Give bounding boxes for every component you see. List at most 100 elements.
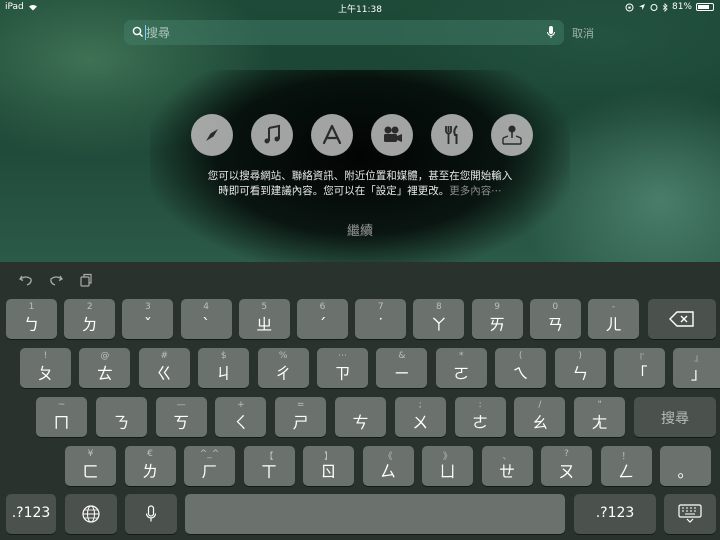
key-row1-8[interactable]: 9ㄞ (471, 299, 523, 339)
battery-icon (696, 3, 714, 11)
key-row2-0[interactable]: ! ㄆ (20, 348, 71, 388)
key-secondary-label: 8 (436, 302, 442, 312)
alarm-icon (650, 4, 658, 11)
key-primary-label: ㄥ (617, 462, 634, 481)
delete-key[interactable] (648, 299, 716, 339)
key-row3-8[interactable]: / ㄠ (514, 397, 566, 437)
bluetooth-icon (662, 2, 668, 12)
key-primary-label: ㄔ (275, 364, 292, 383)
numbers-key-right-label: .?123 (595, 505, 635, 521)
key-row1-4[interactable]: 5ㄓ (238, 299, 290, 339)
key-row4-8[interactable]: ? ㄡ (541, 446, 592, 486)
microphone-icon (145, 505, 157, 522)
key-row2-9[interactable]: ) ㄣ (554, 348, 606, 388)
key-secondary-label: ⋯ (338, 351, 347, 361)
key-row3-5[interactable]: ㄘ (335, 397, 386, 437)
numbers-key-right[interactable]: .?123 (574, 494, 656, 534)
key-row3-3[interactable]: + ㄑ (215, 397, 267, 437)
key-row1-10[interactable]: -ㄦ (588, 299, 639, 339)
key-row2-10[interactable]: 『「 (614, 348, 665, 388)
key-primary-label: ㄣ (572, 364, 589, 383)
key-secondary-label: % (278, 351, 288, 361)
space-bar[interactable] (185, 494, 565, 534)
search-key[interactable]: 搜尋 (634, 397, 716, 437)
key-row1-6[interactable]: 7 ˙ (355, 299, 407, 339)
hide-keyboard-key[interactable] (664, 494, 716, 534)
key-row3-4[interactable]: = ㄕ (275, 397, 327, 437)
key-secondary-label: " (597, 400, 602, 410)
key-row4-5[interactable]: 《ㄙ (362, 446, 414, 486)
key-primary-label: ㄜ (472, 413, 489, 432)
key-primary-label: ˙ (376, 315, 385, 334)
key-primary-label: ㄦ (605, 315, 622, 334)
key-row1-7[interactable]: 8ㄚ (413, 299, 465, 339)
numbers-key-left[interactable]: .?123 (6, 494, 56, 534)
key-row2-1[interactable]: @ ㄊ (79, 348, 131, 388)
key-row2-6[interactable]: & ㄧ (376, 348, 428, 388)
keyboard: 1 ㄅ 2 ㄉ 3 ˇ 4 ˋ 5 ㄓ 6 ˊ 7 ˙ 8 ㄚ 9 ㄞ 0 ㄢ - ㄦ! ㄆ @ ㄊ # ㄍ $ ㄐ% ㄔ ⋯ ㄗ & ㄧ * ㄛ(ㄟ… (0, 262, 720, 540)
key-row3-1[interactable]: ㄋ (95, 397, 147, 437)
status-time: 上午11:38 (338, 5, 382, 15)
app-store-icon (311, 114, 353, 156)
key-row2-2[interactable]: # ㄍ (138, 348, 190, 388)
key-primary-label: ˊ (318, 315, 327, 334)
key-row1-9[interactable]: 0ㄢ (529, 299, 581, 339)
key-row1-3[interactable]: 4ˋ (180, 299, 232, 339)
key-row1-5[interactable]: 6ˊ (297, 299, 348, 339)
key-row4-10[interactable]: 。 (660, 446, 711, 486)
battery-percent: 81% (671, 2, 692, 12)
key-row3-2[interactable]: — ㄎ (155, 397, 207, 437)
keyboard-dismiss-icon (678, 504, 702, 523)
key-row2-5[interactable]: ⋯ ㄗ (317, 348, 368, 388)
key-row4-9[interactable]: ！ㄥ (600, 446, 652, 486)
key-row4-7[interactable]: 、ㄝ (481, 446, 533, 486)
key-row1-1[interactable]: 2ㄉ (64, 299, 116, 339)
redo-icon[interactable] (48, 272, 64, 288)
globe-key[interactable] (65, 494, 117, 534)
key-row1-2[interactable]: 3ˇ (122, 299, 174, 339)
dictation-key[interactable] (125, 494, 177, 534)
key-row2-4[interactable]: % ㄔ (257, 348, 309, 388)
undo-icon[interactable] (18, 272, 34, 288)
key-row4-0[interactable]: ¥ ㄈ (65, 446, 116, 486)
key-row4-2[interactable]: ^_^ ㄏ (184, 446, 235, 486)
music-note-icon (251, 114, 293, 156)
microphone-icon[interactable] (546, 25, 556, 40)
key-secondary-label: ^_^ (199, 449, 220, 459)
key-row4-3[interactable]: 【ㄒ (243, 446, 295, 486)
key-secondary-label: ~ (57, 400, 66, 410)
key-secondary-label: ( (518, 351, 523, 361)
key-primary-label: ㄆ (37, 364, 54, 383)
key-row2-3[interactable]: $ ㄐ (198, 348, 250, 388)
key-secondary-label: - (611, 302, 616, 312)
key-primary-label: ˇ (143, 315, 152, 334)
cancel-button[interactable]: 取消 (572, 25, 594, 41)
paste-icon[interactable] (78, 272, 94, 288)
key-row2-7[interactable]: * ㄛ (435, 348, 487, 388)
search-input[interactable] (146, 23, 536, 42)
status-bar: iPad 上午11:38 81% (0, 0, 720, 15)
key-row2-8[interactable]: (ㄟ (495, 348, 547, 388)
key-primary-label: ㄋ (113, 413, 130, 432)
more-link[interactable]: 更多內容⋯ (449, 185, 502, 197)
key-secondary-label: 9 (494, 302, 500, 312)
key-primary-label: ㄨ (412, 413, 429, 432)
key-row3-7[interactable]: :ㄜ (454, 397, 506, 437)
key-row1-0[interactable]: 1ㄅ (6, 299, 57, 339)
continue-button[interactable]: 繼續 (310, 220, 410, 239)
orientation-lock-icon (625, 3, 634, 11)
key-primary-label: ㄠ (531, 413, 548, 432)
key-row4-4[interactable]: 】ㄖ (303, 446, 354, 486)
key-primary-label: ㄙ (379, 462, 396, 481)
key-secondary-label: : (478, 400, 482, 410)
key-row3-6[interactable]: ; ㄨ (394, 397, 446, 437)
key-row2-11[interactable]: 』」 (673, 348, 720, 388)
key-row3-9[interactable]: " ㄤ (574, 397, 626, 437)
key-primary-label: ㄗ (334, 364, 351, 383)
key-primary-label: 」 (690, 364, 707, 383)
key-row3-0[interactable]: ~ ㄇ (36, 397, 87, 437)
key-row4-1[interactable]: € ㄌ (124, 446, 176, 486)
key-primary-label: ㄊ (96, 364, 113, 383)
key-row4-6[interactable]: 》ㄩ (422, 446, 473, 486)
key-secondary-label: 7 (377, 302, 384, 312)
